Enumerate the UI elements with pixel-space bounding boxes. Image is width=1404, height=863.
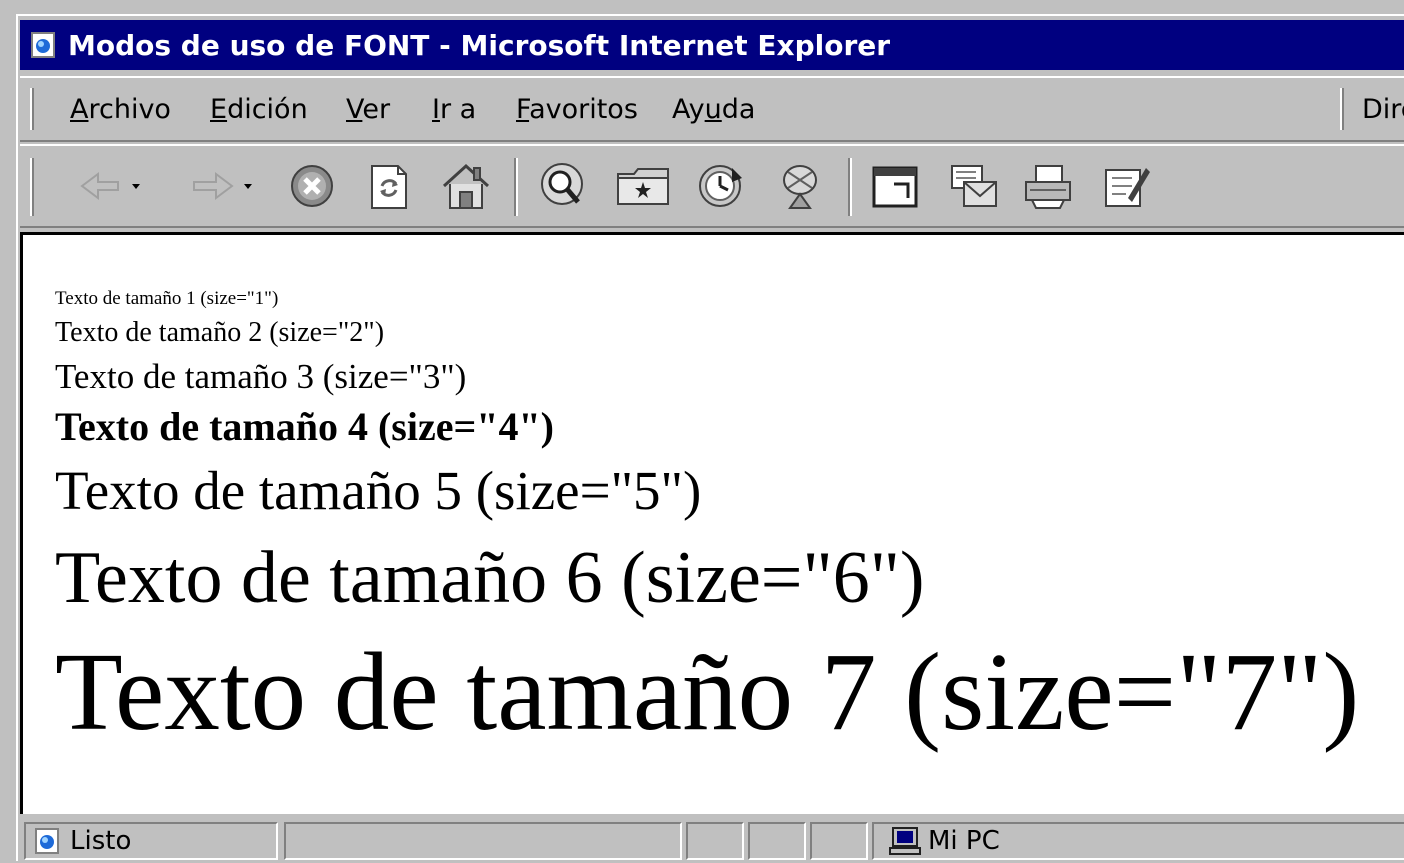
menu-bar: Archivo Edición Ver Ir a Favoritos Ayuda… — [20, 76, 1404, 142]
text-size-2: Texto de tamaño 2 (size="2") — [55, 317, 385, 348]
history-icon[interactable] — [692, 160, 748, 212]
edit-icon[interactable] — [1098, 160, 1154, 212]
browser-window: Modos de uso de FONT - Microsoft Interne… — [16, 14, 1404, 863]
window-title: Modos de uso de FONT - Microsoft Interne… — [68, 28, 891, 62]
search-icon[interactable] — [534, 160, 590, 212]
refresh-icon[interactable] — [360, 160, 416, 212]
status-progress-panel — [284, 822, 682, 860]
menu-ver[interactable]: Ver — [346, 94, 390, 125]
computer-icon — [889, 827, 921, 855]
mail-icon[interactable] — [946, 160, 1002, 212]
channels-icon[interactable] — [772, 160, 828, 212]
fullscreen-icon[interactable] — [868, 160, 924, 212]
address-label: Dire — [1362, 94, 1404, 125]
toolbar-grip[interactable] — [30, 158, 34, 216]
ie-page-icon — [31, 32, 55, 58]
status-panel-main: Listo — [24, 822, 278, 860]
menu-edicion[interactable]: Edición — [210, 94, 308, 125]
toolbar-separator — [848, 158, 852, 216]
status-panel — [748, 822, 806, 860]
text-size-7: Texto de tamaño 7 (size="7") — [55, 631, 1360, 754]
title-bar[interactable]: Modos de uso de FONT - Microsoft Interne… — [20, 20, 1404, 70]
address-grip[interactable] — [1340, 88, 1344, 130]
menu-archivo[interactable]: Archivo — [70, 94, 171, 125]
standard-toolbar — [20, 144, 1404, 228]
menu-ir-a[interactable]: Ir a — [432, 94, 476, 125]
stop-icon[interactable] — [284, 160, 340, 212]
back-icon[interactable] — [74, 160, 152, 212]
status-bar: Listo Mi PC — [20, 816, 1404, 863]
forward-icon[interactable] — [186, 160, 264, 212]
status-zone-panel[interactable]: Mi PC — [872, 822, 1404, 860]
status-text: Listo — [70, 826, 132, 856]
favorites-icon[interactable] — [614, 160, 674, 212]
text-size-4: Texto de tamaño 4 (size="4") — [55, 404, 555, 449]
text-size-5: Texto de tamaño 5 (size="5") — [55, 460, 702, 521]
status-panel — [810, 822, 868, 860]
toolbar-separator — [514, 158, 518, 216]
menu-favoritos[interactable]: Favoritos — [516, 94, 638, 125]
print-icon[interactable] — [1020, 160, 1076, 212]
menu-grip[interactable] — [30, 88, 34, 130]
text-size-3: Texto de tamaño 3 (size="3") — [55, 357, 467, 396]
status-zone: Mi PC — [928, 826, 1000, 856]
status-panel — [686, 822, 744, 860]
page-status-icon — [35, 828, 59, 854]
text-size-1: Texto de tamaño 1 (size="1") — [55, 288, 279, 309]
menu-ayuda[interactable]: Ayuda — [672, 94, 755, 125]
text-size-6: Texto de tamaño 6 (size="6") — [55, 537, 925, 619]
page-content: Texto de tamaño 1 (size="1") Texto de ta… — [20, 232, 1404, 814]
home-icon[interactable] — [438, 160, 494, 212]
